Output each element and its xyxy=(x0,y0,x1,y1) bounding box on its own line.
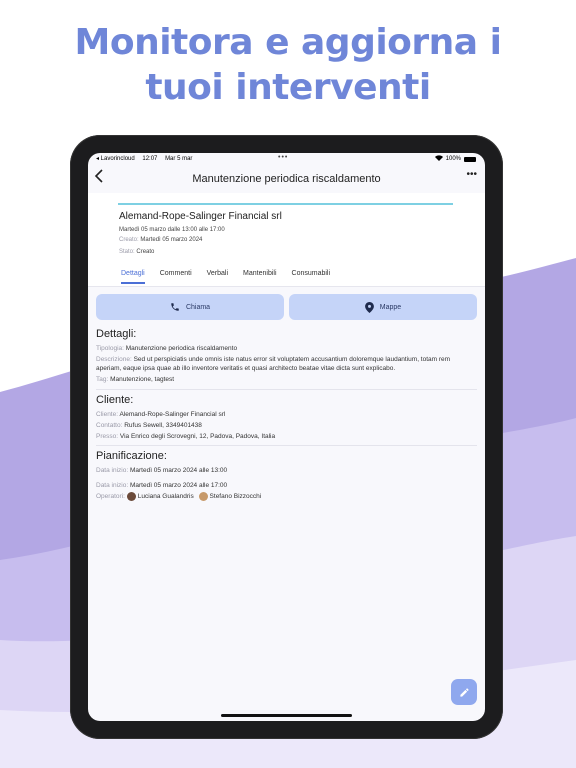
tablet-frame: ◂ Lavorincloud 12:07 Mar 5 mar ••• 100% … xyxy=(70,135,503,739)
planning-operators-row: Operatori: Luciana Gualandris Stefano Bi… xyxy=(96,492,262,501)
divider xyxy=(96,445,477,446)
wifi-icon xyxy=(434,155,443,163)
pencil-icon xyxy=(459,687,469,697)
header-status: Stato: Creato xyxy=(119,249,155,255)
tab-verbali[interactable]: Verbali xyxy=(207,270,228,284)
home-indicator[interactable] xyxy=(221,714,352,717)
headline-line-2: tuoi interventi xyxy=(145,67,431,108)
client-section: Cliente: Cliente: Alemand-Rope-Salinger … xyxy=(96,394,477,443)
status-time: 12:07 xyxy=(142,156,158,162)
header-schedule: Martedì 05 marzo dalle 13:00 alle 17:00 xyxy=(119,227,225,233)
client-contact-row: Contatto: Rufus Sewell, 3349401438 xyxy=(96,422,202,429)
planning-section: Pianificazione: Data inizio: Martedì 05 … xyxy=(96,450,477,503)
headline: Monitora e aggiorna i tuoi interventi xyxy=(0,20,576,110)
tab-commenti[interactable]: Commenti xyxy=(160,270,192,284)
status-date: Mar 5 mar xyxy=(165,156,193,162)
maps-button[interactable]: Mappe xyxy=(289,294,477,320)
details-type: Tipologia: Manutenzione periodica riscal… xyxy=(96,345,238,352)
back-to-app-link[interactable]: ◂ Lavorincloud xyxy=(96,156,135,162)
operator-name: Stefano Bizzocchi xyxy=(209,493,262,501)
details-section: Dettagli: Tipologia: Manutenzione period… xyxy=(96,328,477,386)
multitask-dots-icon[interactable]: ••• xyxy=(278,154,288,161)
details-title: Dettagli: xyxy=(96,328,137,340)
call-button[interactable]: Chiama xyxy=(96,294,284,320)
map-pin-icon xyxy=(364,301,374,313)
client-name-row: Cliente: Alemand-Rope-Salinger Financial… xyxy=(96,411,226,418)
avatar xyxy=(126,492,136,501)
tab-consumabili[interactable]: Consumabili xyxy=(292,270,331,284)
status-bar: ◂ Lavorincloud 12:07 Mar 5 mar ••• 100% xyxy=(88,153,485,165)
more-button[interactable]: ••• xyxy=(466,169,477,180)
planning-start-row: Data inizio: Martedì 05 marzo 2024 alle … xyxy=(96,467,228,474)
tab-mantenibili[interactable]: Mantenibili xyxy=(243,270,276,284)
nav-bar: Manutenzione periodica riscaldamento ••• xyxy=(88,167,485,193)
details-tags: Tag: Manutenzione, tagtest xyxy=(96,376,175,383)
action-buttons: Chiama Mappe xyxy=(96,294,477,320)
maps-button-label: Mappe xyxy=(379,303,402,311)
operator-name: Luciana Gualandris xyxy=(137,493,194,501)
battery-icon xyxy=(464,156,476,162)
header-client-name: Alemand-Rope-Salinger Financial srl xyxy=(119,211,282,222)
details-description: Descrizione: Sed ut perspiciatis unde om… xyxy=(96,356,451,372)
battery-percent: 100% xyxy=(445,156,461,162)
call-button-label: Chiama xyxy=(185,303,211,311)
avatar xyxy=(198,492,208,501)
header-created: Creato: Martedì 05 marzo 2024 xyxy=(119,237,203,243)
job-header: Alemand-Rope-Salinger Financial srl Mart… xyxy=(88,193,485,287)
edit-button[interactable] xyxy=(451,679,477,705)
page-title: Manutenzione periodica riscaldamento xyxy=(192,173,381,185)
phone-icon xyxy=(170,302,180,312)
divider xyxy=(96,389,477,390)
client-title: Cliente: xyxy=(96,394,134,406)
client-address-row: Presso: Via Enrico degli Scrovegni, 12, … xyxy=(96,433,276,440)
more-icon: ••• xyxy=(466,169,477,180)
planning-title: Pianificazione: xyxy=(96,450,167,462)
app-screen: ◂ Lavorincloud 12:07 Mar 5 mar ••• 100% … xyxy=(88,153,485,721)
headline-line-1: Monitora e aggiorna i xyxy=(74,22,502,63)
tab-dettagli[interactable]: Dettagli xyxy=(121,270,145,284)
progress-bar xyxy=(118,203,453,205)
tab-bar: Dettagli Commenti Verbali Mantenibili Co… xyxy=(121,270,345,284)
planning-start-row: Data inizio: Martedì 05 marzo 2024 alle … xyxy=(96,482,228,489)
